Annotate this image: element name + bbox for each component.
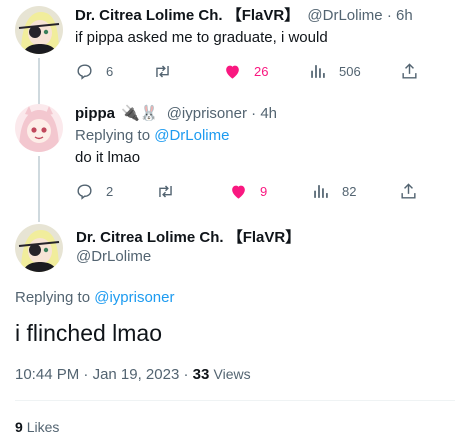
views-button[interactable]: 82	[311, 180, 356, 202]
reply-count: 6	[106, 63, 114, 79]
name-emoji: 🔌🐰	[121, 105, 159, 122]
reply-icon	[77, 63, 92, 80]
views-count: 33	[192, 366, 210, 383]
share-button[interactable]	[399, 180, 418, 202]
separator: ·	[183, 366, 189, 383]
display-name[interactable]: Dr. Citrea Lolime Ch. 【FlaVR】	[75, 7, 299, 24]
tweet-actions: 2 9 82	[75, 180, 455, 202]
views-label: Views	[213, 366, 251, 382]
likes-count: 9	[15, 419, 23, 435]
replying-to-label: Replying to	[75, 127, 151, 144]
separator: ·	[386, 7, 392, 24]
separator: ·	[83, 366, 89, 383]
like-button[interactable]: 26	[223, 60, 268, 82]
like-icon	[226, 65, 239, 79]
reply-button[interactable]: 6	[75, 60, 113, 82]
like-count: 26	[254, 63, 269, 79]
handle[interactable]: @DrLolime	[76, 247, 151, 267]
reply-button[interactable]: 2	[75, 180, 113, 202]
like-count: 9	[260, 183, 268, 199]
likes-label: Likes	[26, 419, 60, 435]
reply-count: 2	[106, 183, 114, 199]
tweet-text: i flinched lmao	[15, 320, 163, 346]
like-button[interactable]: 9	[229, 180, 267, 202]
tweet-actions: 6 26 506	[75, 60, 455, 82]
retweet-icon	[156, 64, 169, 78]
replying-to: Replying to @iyprisoner	[15, 288, 174, 308]
views-count: 506	[339, 63, 361, 79]
tweet-time[interactable]: 10:44 PM	[15, 366, 79, 383]
tweet-date[interactable]: Jan 19, 2023	[93, 366, 180, 383]
retweet-button[interactable]	[156, 180, 175, 202]
avatar[interactable]	[15, 104, 63, 152]
tweet-text: do it lmao	[75, 149, 141, 166]
replying-to-handle[interactable]: @DrLolime	[154, 127, 229, 144]
divider	[15, 400, 455, 401]
tweet-meta: 10:44 PM · Jan 19, 2023 · 33 Views	[15, 364, 251, 385]
likes-stat[interactable]: 9 Likes	[15, 417, 59, 437]
display-name[interactable]: pippa	[75, 105, 115, 122]
handle[interactable]: @DrLolime	[307, 7, 382, 24]
views-icon	[311, 64, 325, 78]
timestamp[interactable]: 4h	[260, 105, 277, 122]
tweet-header: Dr. Citrea Lolime Ch. 【FlaVR】 @DrLolime …	[75, 6, 413, 26]
separator: ·	[251, 105, 257, 122]
share-button[interactable]	[400, 60, 419, 82]
thread-line	[38, 58, 40, 104]
tweet-text: if pippa asked me to graduate, i would	[75, 29, 328, 46]
share-icon	[401, 182, 416, 199]
avatar[interactable]	[15, 6, 63, 54]
retweet-icon	[159, 184, 172, 198]
retweet-button[interactable]	[153, 60, 172, 82]
avatar[interactable]	[15, 224, 63, 272]
views-icon	[314, 184, 328, 198]
display-name[interactable]: Dr. Citrea Lolime Ch. 【FlaVR】	[76, 228, 300, 248]
tweet-header: pippa 🔌🐰 @iyprisoner · 4h	[75, 104, 277, 124]
replying-to-label: Replying to	[15, 289, 91, 306]
thread-line	[38, 156, 40, 222]
timestamp[interactable]: 6h	[396, 7, 413, 24]
reply-icon	[77, 183, 92, 200]
handle[interactable]: @iyprisoner	[167, 105, 247, 122]
replying-to-handle[interactable]: @iyprisoner	[94, 289, 174, 306]
replying-to: Replying to @DrLolime	[75, 126, 229, 146]
share-icon	[402, 62, 417, 79]
like-icon	[232, 185, 245, 199]
views-count: 82	[342, 183, 357, 199]
views-button[interactable]: 506	[308, 60, 361, 82]
